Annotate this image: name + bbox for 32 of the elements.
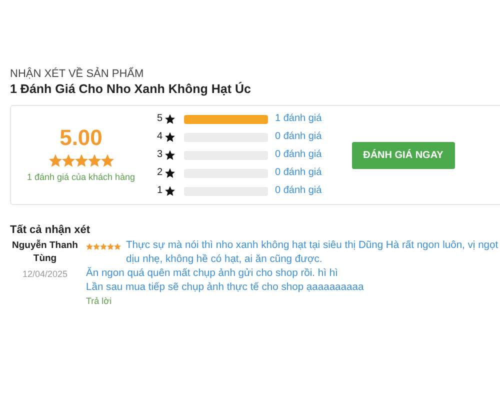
star-level-label: 2 — [157, 167, 164, 179]
star-icon — [165, 150, 175, 160]
star-icon — [48, 154, 62, 168]
star-level-label: 4 — [157, 131, 164, 143]
star-icon — [165, 132, 175, 142]
reviews-heading: Tất cả nhận xét — [10, 223, 92, 237]
reviewer-name: Nguyễn Thanh Tùng — [11, 239, 79, 265]
rating-count-link[interactable]: 0 đánh giá — [275, 131, 322, 143]
star-icon — [74, 154, 88, 168]
review-text: Thực sự mà nói thì nho xanh không hạt tại siêu thị Dũng Hà rất ngon luôn, vị ngọt dịu nhẹ, không hề có hạt, ai ăn cũng được. — [126, 239, 500, 267]
rating-count-link[interactable]: 0 đánh giá — [275, 149, 322, 161]
star-level-label: 3 — [157, 149, 164, 161]
star-icon — [165, 168, 175, 178]
review-title: 1 Đánh Giá Cho Nho Xanh Không Hạt Úc — [10, 81, 252, 98]
review-text: Ăn ngon quá quên mất chụp ảnh gửi cho shop rồi. hì hì — [86, 267, 339, 281]
section-label: NHẬN XÉT VỀ SẢN PHẨM — [10, 67, 145, 81]
star-icon — [62, 154, 74, 168]
review-text: Lần sau mua tiếp sẽ chụp ảnh thực tế cho shop ạaaaaaaaaa — [86, 281, 365, 295]
review-date: 12/04/2025 — [22, 268, 68, 281]
rating-count-link[interactable]: 0 đánh giá — [275, 167, 322, 179]
star-level-label: 5 — [157, 113, 164, 125]
star-icon — [165, 114, 175, 124]
average-score: 5.00 — [60, 125, 102, 152]
review-count-caption: 1 đánh giá của khách hàng — [26, 171, 136, 184]
star-icon — [88, 154, 100, 168]
rating-count-link[interactable]: 0 đánh giá — [275, 185, 322, 197]
reply-link[interactable]: Trả lời — [86, 295, 500, 307]
star-icon — [165, 186, 175, 196]
star-icon — [100, 154, 114, 168]
star-level-label: 1 — [157, 185, 164, 197]
rating-count-link[interactable]: 1 đánh giá — [275, 113, 322, 125]
rate-now-button[interactable]: ĐÁNH GIÁ NGAY — [352, 142, 455, 168]
